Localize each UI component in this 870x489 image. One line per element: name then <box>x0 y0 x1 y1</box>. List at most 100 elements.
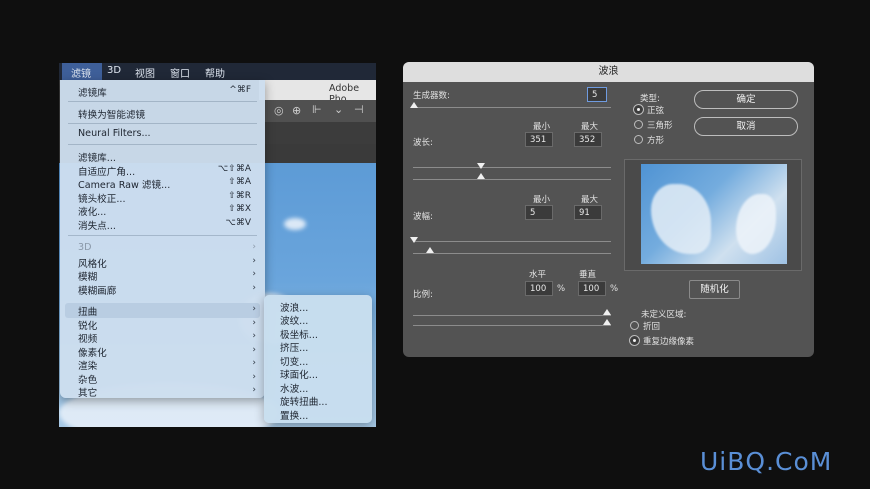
type-square-radio[interactable] <box>634 135 643 144</box>
scale-horizontal-input[interactable]: 100 <box>525 281 553 296</box>
percent-label: % <box>610 284 619 294</box>
dialog-title: 波浪 <box>403 62 814 82</box>
chevron-right-icon: › <box>252 385 256 395</box>
scale-label: 比例: <box>413 290 433 300</box>
amplitude-min-input[interactable]: 5 <box>525 205 553 220</box>
chevron-right-icon: › <box>252 304 256 314</box>
chevron-right-icon: › <box>252 269 256 279</box>
menubar-item-view[interactable]: 视图 <box>135 65 155 80</box>
scale-vertical-input[interactable]: 100 <box>578 281 606 296</box>
menubar-item-window[interactable]: 窗口 <box>170 65 190 80</box>
wavelength-label: 波长: <box>413 138 433 148</box>
wavelength-max-label: 最大 <box>581 122 599 132</box>
target-icon[interactable]: ◎ <box>274 104 284 117</box>
submenu-item-polar[interactable]: 极坐标... <box>280 327 318 341</box>
menubar-item-filter[interactable]: 滤镜 <box>71 65 91 80</box>
scale-v-handle[interactable] <box>603 319 611 325</box>
amplitude-min-track[interactable] <box>413 253 611 254</box>
submenu-item-ripple[interactable]: 波纹... <box>280 313 308 327</box>
amplitude-max-label: 最大 <box>581 195 599 205</box>
menubar-item-3d[interactable]: 3D <box>107 65 121 76</box>
menu-item-stylize[interactable]: 风格化 <box>78 256 107 270</box>
menu-shortcut: ⇧⌘A <box>228 177 251 187</box>
amplitude-min-handle[interactable] <box>426 247 434 253</box>
scale-h-track[interactable] <box>413 315 611 316</box>
submenu-item-twirl[interactable]: 旋转扭曲... <box>280 394 328 408</box>
menubar-item-help[interactable]: 帮助 <box>205 65 225 80</box>
undefined-areas-label: 未定义区域: <box>641 310 687 320</box>
menu-item-camera-raw[interactable]: Camera Raw 滤镜... <box>78 177 170 191</box>
amplitude-max-track[interactable] <box>413 241 611 242</box>
menu-item-video[interactable]: 视频 <box>78 331 97 345</box>
amplitude-label: 波幅: <box>413 212 433 222</box>
generators-slider-handle[interactable] <box>410 102 418 108</box>
chevron-right-icon: › <box>252 345 256 355</box>
chevron-right-icon: › <box>252 283 256 293</box>
submenu-item-spherize[interactable]: 球面化... <box>280 367 318 381</box>
submenu-item-pinch[interactable]: 挤压... <box>280 340 308 354</box>
menu-item-neural-filters[interactable]: Neural Filters... <box>78 128 151 139</box>
wave-dialog: 波浪 生成器数: 5 波长: 最小 最大 351 352 波幅: 最小 最大 5… <box>403 62 814 357</box>
cloud-shape <box>736 194 776 254</box>
scale-h-handle[interactable] <box>603 309 611 315</box>
menu-item-pixelate[interactable]: 像素化 <box>78 345 107 359</box>
menu-divider <box>68 144 257 145</box>
type-sine-radio[interactable] <box>633 104 644 115</box>
repeat-edge-radio[interactable] <box>629 335 640 346</box>
wavelength-min-track[interactable] <box>413 179 611 180</box>
repeat-edge-label: 重复边缘像素 <box>643 337 695 347</box>
wavelength-min-handle[interactable] <box>477 173 485 179</box>
menu-item-blur-gallery[interactable]: 模糊画廊 <box>78 283 116 297</box>
menu-bar: 滤镜 3D 视图 窗口 帮助 <box>59 63 376 80</box>
menu-item-lens-correction[interactable]: 镜头校正... <box>78 191 126 205</box>
cancel-button[interactable]: 取消 <box>694 117 798 136</box>
menu-item-vanishing-point[interactable]: 消失点... <box>78 218 116 232</box>
submenu-item-displace[interactable]: 置换... <box>280 408 308 422</box>
menu-shortcut: ⌥⌘V <box>225 218 251 228</box>
randomize-button[interactable]: 随机化 <box>689 280 740 299</box>
amplitude-max-input[interactable]: 91 <box>574 205 602 220</box>
menu-item-filter-gallery-last[interactable]: 滤镜库 <box>78 85 107 99</box>
wavelength-max-input[interactable]: 352 <box>574 132 602 147</box>
menu-shortcut: ⌥⇧⌘A <box>217 164 251 174</box>
submenu-item-wave[interactable]: 波浪... <box>280 300 308 314</box>
align-icon[interactable]: ⊩ <box>312 103 322 116</box>
amplitude-max-handle[interactable] <box>410 237 418 243</box>
menu-item-filter-gallery[interactable]: 滤镜库... <box>78 150 116 164</box>
chevron-down-icon[interactable]: ⌄ <box>334 103 343 116</box>
menu-item-convert-smart[interactable]: 转换为智能滤镜 <box>78 107 145 121</box>
generators-input[interactable]: 5 <box>587 87 607 102</box>
menu-item-noise[interactable]: 杂色 <box>78 372 97 386</box>
menu-item-adaptive-wide[interactable]: 自适应广角... <box>78 164 135 178</box>
generators-slider-track[interactable] <box>413 107 611 108</box>
distort-submenu: 波浪... 波纹... 极坐标... 挤压... 切变... 球面化... 水波… <box>264 295 372 423</box>
chevron-right-icon: › <box>252 256 256 266</box>
ok-button[interactable]: 确定 <box>694 90 798 109</box>
cloud-shape <box>284 218 306 230</box>
menu-item-other[interactable]: 其它 <box>78 385 97 399</box>
scale-v-track[interactable] <box>413 325 611 326</box>
amplitude-min-label: 最小 <box>533 195 551 205</box>
wrap-around-radio[interactable] <box>630 321 639 330</box>
type-label: 类型: <box>640 94 660 104</box>
wavelength-min-input[interactable]: 351 <box>525 132 553 147</box>
menu-item-blur[interactable]: 模糊 <box>78 269 97 283</box>
wave-preview-image <box>641 164 787 264</box>
scale-horizontal-label: 水平 <box>529 270 547 280</box>
menu-item-sharpen[interactable]: 锐化 <box>78 318 97 332</box>
submenu-item-shear[interactable]: 切变... <box>280 354 308 368</box>
type-sine-label: 正弦 <box>647 106 665 116</box>
menu-item-liquify[interactable]: 液化... <box>78 204 106 218</box>
wavelength-max-track[interactable] <box>413 167 611 168</box>
watermark-logo: UiBQ.CoM <box>700 447 833 476</box>
menu-item-render[interactable]: 渲染 <box>78 358 97 372</box>
distribute-icon[interactable]: ⊣ <box>354 103 364 116</box>
submenu-item-zigzag[interactable]: 水波... <box>280 381 308 395</box>
menu-item-distort[interactable]: 扭曲 <box>78 304 97 318</box>
type-triangle-radio[interactable] <box>634 120 643 129</box>
settings-icon[interactable]: ⊕ <box>292 104 301 117</box>
wavelength-max-handle[interactable] <box>477 163 485 169</box>
chevron-right-icon: › <box>252 318 256 328</box>
document-tabs <box>264 122 376 144</box>
chevron-right-icon: › <box>252 358 256 368</box>
